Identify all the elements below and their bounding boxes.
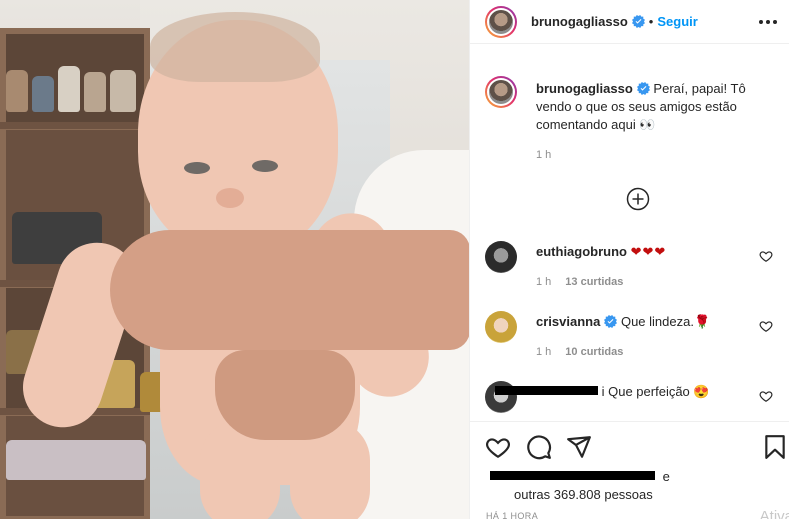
caption-body: brunogagliasso Peraí, papai! Tô vendo o … (536, 80, 761, 134)
heart-icon[interactable] (759, 389, 773, 403)
share-icon[interactable] (566, 434, 592, 460)
redacted-username (495, 386, 598, 395)
heart-icon[interactable] (759, 319, 773, 333)
author-avatar[interactable] (485, 5, 517, 38)
follow-button[interactable]: Seguir (657, 14, 697, 29)
comment-username[interactable]: euthiagobruno (536, 244, 627, 259)
likes-suffix: e (662, 469, 670, 484)
caption-username[interactable]: brunogagliasso (536, 81, 633, 96)
verified-badge-icon (636, 82, 650, 95)
redacted-liker (490, 471, 655, 480)
comment-likes[interactable]: 10 curtidas (565, 346, 623, 358)
comment-item: crisvianna Que lindeza.🌹 1 h 10 curtidas (485, 311, 785, 371)
author-username[interactable]: brunogagliasso (531, 14, 628, 29)
heart-icon[interactable] (759, 249, 773, 263)
comment-text: i Que perfeição 😍 (601, 384, 710, 399)
photo-baby-eye (184, 162, 210, 174)
comment-text: Que lindeza.🌹 (620, 314, 711, 329)
author-avatar[interactable] (485, 76, 517, 108)
comment-time: 1 h (536, 276, 552, 288)
post-actions: e outras 369.808 pessoas HÁ 1 HORA Ativa… (470, 421, 789, 519)
post-side-panel: brunogagliasso • Seguir brunogagliasso P… (469, 0, 789, 519)
photo-baby-nose (216, 188, 244, 208)
comment-meta: 1 h 10 curtidas (536, 346, 623, 358)
post-header: brunogagliasso • Seguir (470, 0, 789, 44)
photo-bag (6, 440, 146, 480)
comment-meta: 1 h 13 curtidas (536, 276, 623, 288)
likes-count[interactable]: outras 369.808 pessoas (514, 487, 653, 502)
post-photo[interactable] (0, 0, 469, 519)
verified-badge-icon (604, 315, 618, 328)
more-options-icon[interactable] (759, 19, 777, 24)
comment-body: i Que perfeição 😍 (495, 383, 766, 401)
photo-bag (32, 76, 54, 112)
save-icon[interactable] (762, 434, 788, 460)
verified-badge-icon (631, 15, 645, 28)
commenter-avatar[interactable] (485, 311, 517, 343)
comment-text: ❤❤❤ (630, 244, 667, 259)
photo-bag (6, 70, 28, 112)
commenter-avatar[interactable] (485, 241, 517, 273)
caption: brunogagliasso Peraí, papai! Tô vendo o … (485, 76, 785, 196)
comment-item: euthiagobruno ❤❤❤ 1 h 13 curtidas (485, 241, 785, 301)
comment-username[interactable]: crisvianna (536, 314, 600, 329)
likes-summary[interactable]: e outras 369.808 pessoas (490, 468, 670, 504)
photo-baby-hair (150, 12, 320, 82)
comment-body: euthiagobruno ❤❤❤ (536, 243, 756, 261)
caption-time: 1 h (536, 149, 552, 161)
photo-bag (58, 66, 80, 112)
comment-body: crisvianna Que lindeza.🌹 (536, 313, 756, 331)
post-timestamp: HÁ 1 HORA (486, 511, 539, 519)
comment-item: i Que perfeição 😍 (485, 381, 785, 421)
add-comments-icon[interactable] (626, 187, 650, 211)
comment-icon[interactable] (526, 434, 552, 460)
photo-adult-hand (110, 230, 469, 350)
heart-icon[interactable] (485, 434, 511, 460)
comments-list: brunogagliasso Peraí, papai! Tô vendo o … (470, 56, 789, 422)
activation-watermark: Ativar (759, 508, 789, 519)
comment-likes[interactable]: 13 curtidas (565, 276, 623, 288)
header-separator: • (648, 14, 654, 29)
photo-bag (84, 72, 106, 112)
photo-baby-eye (252, 160, 278, 172)
photo-bag (110, 70, 136, 112)
photo-adult-fingers (215, 350, 355, 440)
comment-time: 1 h (536, 346, 552, 358)
